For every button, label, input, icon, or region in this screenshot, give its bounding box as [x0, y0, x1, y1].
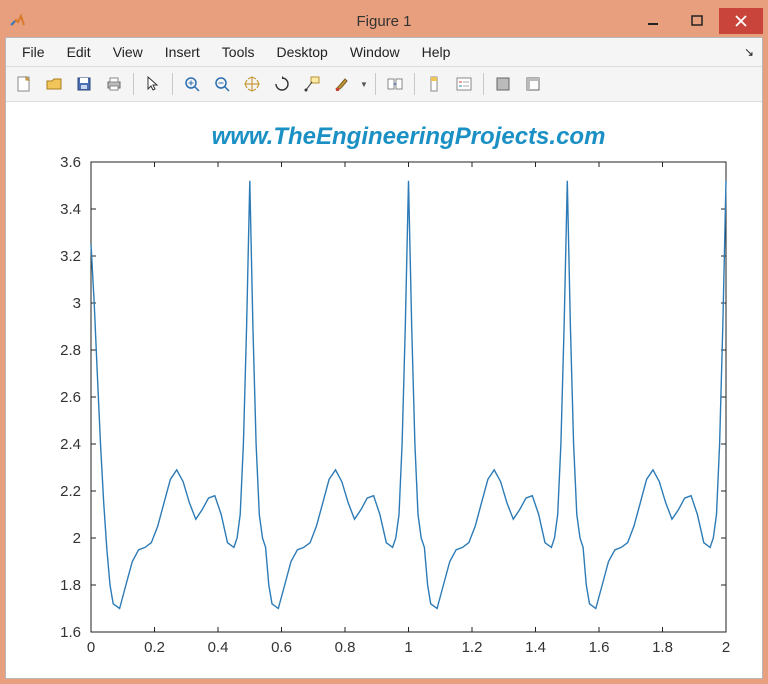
toolbar-separator [483, 73, 484, 95]
save-icon[interactable] [70, 70, 98, 98]
dock-icon[interactable]: ↘ [744, 45, 754, 59]
show-tools-icon[interactable] [519, 70, 547, 98]
ytick-label: 2.4 [60, 436, 81, 453]
rotate-icon[interactable] [268, 70, 296, 98]
data-cursor-icon[interactable] [298, 70, 326, 98]
xtick-label: 1.2 [462, 639, 483, 656]
dropdown-arrow-icon[interactable]: ▼ [358, 80, 370, 89]
menu-insert[interactable]: Insert [155, 42, 210, 62]
pointer-icon[interactable] [139, 70, 167, 98]
ytick-label: 3.6 [60, 154, 81, 171]
titlebar[interactable]: Figure 1 [5, 5, 763, 37]
ytick-label: 3.4 [60, 201, 81, 218]
zoom-out-icon[interactable] [208, 70, 236, 98]
print-icon[interactable] [100, 70, 128, 98]
legend-icon[interactable] [450, 70, 478, 98]
xtick-label: 1.4 [525, 639, 546, 656]
menu-window[interactable]: Window [340, 42, 410, 62]
brush-icon[interactable] [328, 70, 356, 98]
close-button[interactable] [719, 8, 763, 34]
matlab-icon [9, 12, 27, 30]
menu-desktop[interactable]: Desktop [266, 42, 337, 62]
axes-box [91, 162, 726, 632]
toolbar-separator [172, 73, 173, 95]
ytick-label: 3.2 [60, 248, 81, 265]
ytick-label: 1.8 [60, 577, 81, 594]
menu-view[interactable]: View [103, 42, 153, 62]
ytick-label: 1.6 [60, 624, 81, 641]
xtick-label: 0.8 [335, 639, 356, 656]
toolbar-separator [375, 73, 376, 95]
watermark-text: www.TheEngineeringProjects.com [212, 123, 606, 150]
menu-help[interactable]: Help [412, 42, 461, 62]
minimize-button[interactable] [631, 8, 675, 34]
xtick-label: 0.4 [208, 639, 229, 656]
figure-area[interactable]: www.TheEngineeringProjects.com 0 0.2 0.4 0.6… [6, 102, 762, 678]
toolbar-separator [133, 73, 134, 95]
menubar: File Edit View Insert Tools Desktop Wind… [6, 38, 762, 66]
maximize-button[interactable] [675, 8, 719, 34]
ytick-label: 2 [73, 530, 81, 547]
ytick-label: 2.6 [60, 389, 81, 406]
new-figure-icon[interactable] [10, 70, 38, 98]
toolbar: ▼ [6, 66, 762, 102]
hide-tools-icon[interactable] [489, 70, 517, 98]
app-window: Figure 1 File Edit View Insert Tools Des… [0, 0, 768, 684]
ytick-label: 2.2 [60, 483, 81, 500]
xtick-label: 1.8 [652, 639, 673, 656]
ytick-label: 3 [73, 295, 81, 312]
axes[interactable]: www.TheEngineeringProjects.com 0 0.2 0.4 0.6… [6, 102, 762, 678]
xtick-label: 0.2 [144, 639, 165, 656]
zoom-in-icon[interactable] [178, 70, 206, 98]
link-data-icon[interactable] [381, 70, 409, 98]
xtick-label: 0.6 [271, 639, 292, 656]
menu-tools[interactable]: Tools [212, 42, 265, 62]
toolbar-separator [414, 73, 415, 95]
open-icon[interactable] [40, 70, 68, 98]
client-area: File Edit View Insert Tools Desktop Wind… [5, 37, 763, 679]
xtick-label: 1.6 [589, 639, 610, 656]
ytick-label: 2.8 [60, 342, 81, 359]
xtick-label: 0 [87, 639, 95, 656]
xtick-label: 2 [722, 639, 730, 656]
menu-edit[interactable]: Edit [57, 42, 101, 62]
window-controls [631, 8, 763, 34]
colorbar-icon[interactable] [420, 70, 448, 98]
pan-icon[interactable] [238, 70, 266, 98]
xtick-label: 1 [404, 639, 412, 656]
menu-file[interactable]: File [12, 42, 55, 62]
